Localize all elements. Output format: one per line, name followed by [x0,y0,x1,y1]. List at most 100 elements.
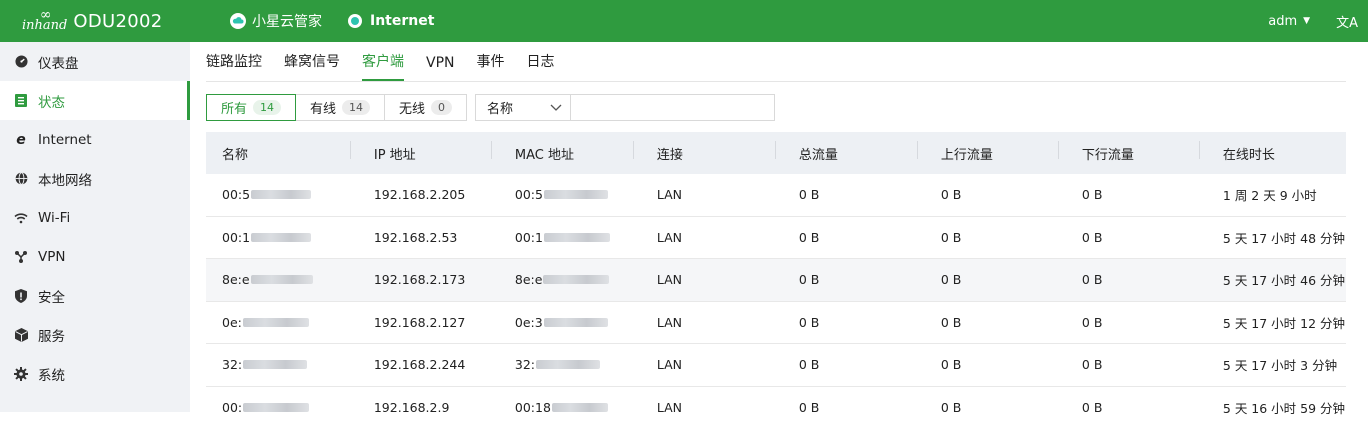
client-online-time: 5 天 17 小时 46 分钟 [1222,273,1346,289]
username: adm [1268,13,1298,29]
table-row[interactable]: 00: 192.168.2.9 00:18 LAN 0 B 0 B 0 B 5 … [206,387,1346,430]
column-header-upload[interactable]: 上行流量 [916,140,1066,163]
client-online-time: 5 天 17 小时 3 分钟 [1222,358,1338,374]
client-online-time: 5 天 17 小时 12 分钟 [1222,315,1346,331]
search-field-select[interactable]: 名称 [475,94,572,121]
wifi-icon [14,211,28,225]
client-name: 00: [206,400,358,415]
column-header-connection[interactable]: 连接 [632,140,783,163]
tab-vpn[interactable]: VPN [426,55,455,81]
client-online-time: 5 天 16 小时 59 分钟 [1222,401,1346,417]
sidebar-item-vpn[interactable]: VPN [0,237,190,276]
sidebar-item-security[interactable]: 安全 [0,276,190,315]
brand[interactable]: ∞ inhand ODU2002 [22,8,222,32]
online-dot-icon [348,14,362,28]
sidebar-item-dashboard[interactable]: 仪表盘 [0,42,190,81]
client-online-time: 1 周 2 天 9 小时 [1222,188,1317,204]
client-total-traffic: 0 B [798,229,820,245]
table-row[interactable]: 8e:e 192.168.2.173 8e:e LAN 0 B 0 B 0 B … [206,259,1346,302]
client-download: 0 B [1081,187,1103,203]
filter-wired-button[interactable]: 有线 14 [296,95,386,120]
caret-down-icon: ▼ [1303,16,1311,26]
status-icon [14,94,28,108]
cloud-icon [230,13,246,29]
search-input[interactable] [571,94,776,121]
sidebar-item-label: Internet [38,131,92,148]
redaction-blur [243,360,308,370]
sidebar-item-label: Wi-Fi [38,209,71,226]
sidebar-item-internet[interactable]: e Internet [0,120,190,159]
sidebar-item-wifi[interactable]: Wi-Fi [0,198,190,237]
globe-icon [14,172,28,186]
client-upload: 0 B [940,229,962,245]
client-connection: LAN [656,314,683,330]
sidebar: 仪表盘 状态 e Internet 本地网络 Wi-Fi VPN 安全 服务 系… [0,42,190,412]
client-mac: 0e:3 [499,315,641,330]
clients-table: 名称 IP 地址 MAC 地址 连接 总流量 上行流量 下行流量 在线时长 00… [206,132,1346,429]
column-header-ip[interactable]: IP 地址 [349,140,499,163]
client-upload: 0 B [940,314,962,330]
redaction-blur [251,232,312,242]
column-header-download[interactable]: 下行流量 [1057,140,1207,163]
tab-cellular-signal[interactable]: 蜂窝信号 [284,51,340,81]
client-download: 0 B [1081,314,1103,330]
client-connection: LAN [656,400,683,416]
tab-events[interactable]: 事件 [477,51,505,81]
client-total-traffic: 0 B [798,272,820,288]
internet-status-label: Internet [370,13,435,29]
filter-all-button[interactable]: 所有 14 [206,94,297,121]
table-row[interactable]: 00:1 192.168.2.53 00:1 LAN 0 B 0 B 0 B 5… [206,217,1346,259]
column-header-online-time[interactable]: 在线时长 [1198,140,1346,163]
column-header-name[interactable]: 名称 [206,144,358,163]
redaction-blur [242,317,309,327]
internet-status[interactable]: Internet [348,13,434,29]
redaction-blur [251,190,312,200]
client-ip: 192.168.2.9 [373,400,450,416]
tab-link-monitor[interactable]: 链路监控 [206,51,262,81]
shield-icon [14,288,28,303]
table-row[interactable]: 0e: 192.168.2.127 0e:3 LAN 0 B 0 B 0 B 5… [206,302,1346,344]
client-ip: 192.168.2.173 [373,272,466,288]
client-name: 8e:e [206,272,358,287]
sidebar-item-label: 本地网络 [38,172,92,189]
tab-logs[interactable]: 日志 [527,51,555,81]
redaction-blur [543,232,610,242]
sidebar-item-label: 状态 [38,94,65,111]
redaction-blur [551,403,608,413]
table-header: 名称 IP 地址 MAC 地址 连接 总流量 上行流量 下行流量 在线时长 [206,132,1346,174]
tab-clients[interactable]: 客户端 [362,51,404,81]
column-header-mac[interactable]: MAC 地址 [490,140,641,163]
filter-label: 无线 [399,102,426,117]
table-row[interactable]: 32: 192.168.2.244 32: LAN 0 B 0 B 0 B 5 … [206,344,1346,387]
client-mac: 00:1 [499,230,641,245]
client-total-traffic: 0 B [798,187,820,203]
client-online-time: 5 天 17 小时 48 分钟 [1222,230,1346,246]
sidebar-item-status[interactable]: 状态 [0,81,190,120]
sidebar-item-local-network[interactable]: 本地网络 [0,159,190,198]
client-connection: LAN [656,187,683,203]
table-row[interactable]: 00:5 192.168.2.205 00:5 LAN 0 B 0 B 0 B … [206,174,1346,217]
top-right: adm ▼ 文A [1268,12,1368,31]
sidebar-item-label: 服务 [38,328,65,345]
client-name: 32: [206,357,358,372]
client-download: 0 B [1081,357,1103,373]
cloud-manager-label: 小星云管家 [252,14,322,30]
count-badge: 14 [342,100,371,115]
column-header-total-traffic[interactable]: 总流量 [774,140,925,163]
cloud-manager-link[interactable]: 小星云管家 [230,11,322,31]
client-upload: 0 B [940,400,962,416]
user-menu[interactable]: adm ▼ [1268,14,1310,29]
gear-icon [14,366,28,381]
filter-wireless-button[interactable]: 无线 0 [385,95,466,120]
language-icon[interactable]: 文A [1336,12,1358,31]
top-status: 小星云管家 Internet [230,11,460,31]
client-mac: 00:18 [499,400,641,415]
client-total-traffic: 0 B [798,314,820,330]
client-mac: 8e:e [499,272,641,287]
client-name: 00:1 [206,230,358,245]
sidebar-item-system[interactable]: 系统 [0,354,190,393]
count-badge: 14 [253,100,282,115]
client-connection: LAN [656,229,683,245]
count-badge: 0 [431,100,453,115]
sidebar-item-services[interactable]: 服务 [0,315,190,354]
